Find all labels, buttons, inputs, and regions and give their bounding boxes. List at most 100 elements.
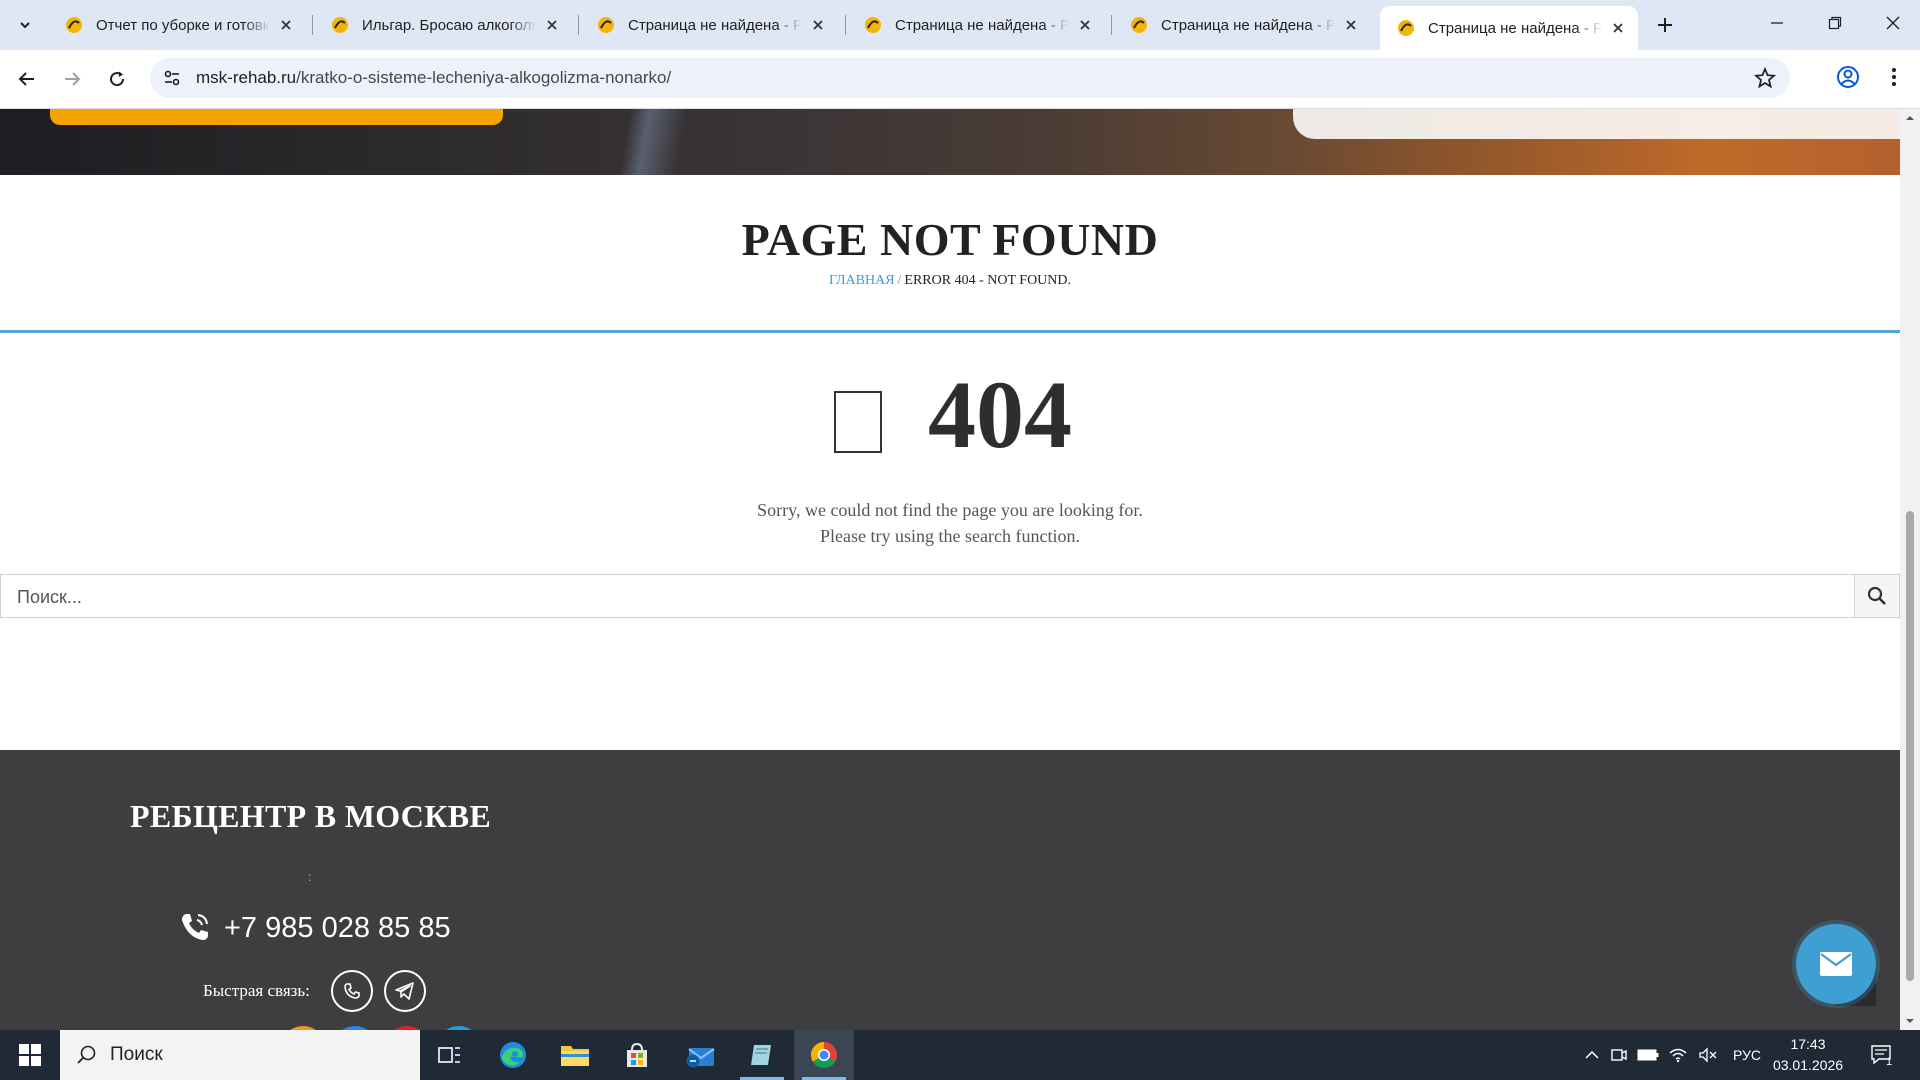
clock-date: 03.01.2026 xyxy=(1772,1057,1844,1073)
tab-3[interactable]: Страница не найдена - Ре xyxy=(580,6,838,44)
site-favicon-icon xyxy=(598,17,614,33)
task-view-icon[interactable] xyxy=(420,1030,480,1080)
page-viewport: PAGE NOT FOUND ГЛАВНАЯ / ERROR 404 - NOT F… xyxy=(0,109,1900,1030)
search-button[interactable] xyxy=(1854,575,1899,617)
browser-menu-icon[interactable] xyxy=(1880,63,1908,91)
profile-avatar-icon[interactable] xyxy=(1834,63,1862,91)
mail-app-icon[interactable] xyxy=(670,1030,730,1080)
header-divider xyxy=(0,330,1900,333)
chrome-icon[interactable] xyxy=(794,1030,854,1080)
error-message-line-1: Sorry, we could not find the page you ar… xyxy=(757,500,1143,520)
breadcrumb-home-link[interactable]: ГЛАВНАЯ xyxy=(829,273,895,288)
tab-title: Отчет по уборке и готовк xyxy=(96,16,270,34)
tab-separator xyxy=(1111,15,1112,35)
tab-strip: Отчет по уборке и готовк Ильгар. Бросаю … xyxy=(0,0,1920,50)
scroll-up-arrow-icon[interactable] xyxy=(1905,113,1915,123)
notification-count: 1 xyxy=(1886,1056,1893,1068)
tab-search-dropdown-icon[interactable] xyxy=(12,12,38,38)
notifications-icon[interactable]: 1 xyxy=(1862,1030,1902,1080)
tab-title: Страница не найдена - Ре xyxy=(895,16,1069,34)
site-favicon-icon xyxy=(865,17,881,33)
microsoft-store-icon[interactable] xyxy=(607,1030,667,1080)
back-arrow-icon[interactable] xyxy=(12,64,42,94)
phone-icon xyxy=(182,914,208,940)
tab-close-icon[interactable] xyxy=(1341,15,1361,35)
minimize-icon[interactable] xyxy=(1748,0,1806,46)
tab-close-icon[interactable] xyxy=(542,15,562,35)
page-title: PAGE NOT FOUND xyxy=(741,214,1159,265)
site-settings-icon[interactable] xyxy=(162,68,182,88)
tab-title: Страница не найдена - Ре xyxy=(1161,16,1335,34)
tab-separator xyxy=(578,15,579,35)
breadcrumb: ГЛАВНАЯ / ERROR 404 - NOT FOUND. xyxy=(0,273,1900,289)
tab-title: Страница не найдена - Ре xyxy=(1428,19,1602,37)
url-path: /kratko-o-sisteme-lecheniya-alkogolizma-… xyxy=(296,68,672,87)
tab-4[interactable]: Страница не найдена - Ре xyxy=(847,6,1105,44)
windows-taskbar: Поиск РУС 17:43 03.01.2026 1 xyxy=(0,1030,1920,1080)
file-explorer-icon[interactable] xyxy=(545,1030,605,1080)
taskbar-search-box[interactable]: Поиск xyxy=(60,1030,420,1080)
tab-separator xyxy=(312,15,313,35)
site-favicon-icon xyxy=(1398,20,1414,36)
edge-browser-icon[interactable] xyxy=(483,1030,543,1080)
hero-form-panel xyxy=(1293,109,1900,139)
search-form xyxy=(0,574,1900,619)
browser-toolbar: msk-rehab.ru/kratko-o-sisteme-lecheniya-… xyxy=(0,50,1920,109)
mail-icon xyxy=(1820,952,1852,976)
reload-icon[interactable] xyxy=(102,64,132,94)
search-input[interactable] xyxy=(15,575,1819,619)
site-favicon-icon xyxy=(1131,17,1147,33)
tab-1[interactable]: Отчет по уборке и готовк xyxy=(48,6,306,44)
site-footer: РЕБЦЕНТР В МОСКВЕ : +7 985 028 85 85 Быс… xyxy=(0,750,1900,1030)
url-text[interactable]: msk-rehab.ru/kratko-o-sisteme-lecheniya-… xyxy=(196,68,671,88)
footer-phone[interactable]: +7 985 028 85 85 xyxy=(224,912,451,945)
footer-colon: : xyxy=(308,870,312,884)
volume-muted-icon[interactable] xyxy=(1694,1030,1722,1080)
close-window-icon[interactable] xyxy=(1864,0,1920,46)
url-host: msk-rehab.ru xyxy=(196,68,297,87)
wifi-icon[interactable] xyxy=(1664,1030,1692,1080)
bookmark-star-icon[interactable] xyxy=(1754,67,1776,89)
search-icon xyxy=(1867,586,1886,605)
tab-close-icon[interactable] xyxy=(1075,15,1095,35)
meet-now-icon[interactable] xyxy=(1606,1030,1632,1080)
new-tab-plus-icon[interactable] xyxy=(1652,12,1678,38)
address-bar[interactable]: msk-rehab.ru/kratko-o-sisteme-lecheniya-… xyxy=(150,58,1790,98)
site-favicon-icon xyxy=(332,17,348,33)
hero-cta-button[interactable] xyxy=(50,109,503,125)
forward-arrow-icon[interactable] xyxy=(57,64,87,94)
show-hidden-icons-chevron-icon[interactable] xyxy=(1578,1030,1606,1080)
tab-close-icon[interactable] xyxy=(276,15,296,35)
input-language[interactable]: РУС xyxy=(1726,1030,1768,1080)
clock-time: 17:43 xyxy=(1790,1036,1826,1052)
tab-close-icon[interactable] xyxy=(808,15,828,35)
error-message-line-2: Please try using the search function. xyxy=(820,526,1080,546)
tab-title: Ильгар. Бросаю алкоголь xyxy=(362,16,536,34)
windows-start-icon[interactable] xyxy=(0,1030,60,1080)
footer-title: РЕБЦЕНТР В МОСКВЕ xyxy=(130,798,491,834)
scroll-down-arrow-icon[interactable] xyxy=(1905,1016,1915,1026)
notes-app-icon[interactable] xyxy=(732,1030,792,1080)
telegram-icon[interactable] xyxy=(384,970,426,1012)
quick-contact-label: Быстрая связь: xyxy=(203,981,310,1000)
mail-contact-button[interactable] xyxy=(1796,924,1876,1004)
system-clock[interactable]: 17:43 03.01.2026 xyxy=(1772,1034,1844,1076)
scrollbar-thumb[interactable] xyxy=(1906,511,1914,981)
breadcrumb-separator: / xyxy=(897,273,902,288)
tab-6-active[interactable]: Страница не найдена - Ре xyxy=(1380,6,1638,50)
tab-close-icon[interactable] xyxy=(1608,18,1628,38)
tab-5[interactable]: Страница не найдена - Ре xyxy=(1113,6,1371,44)
error-code: 404 xyxy=(928,361,1072,468)
tab-title: Страница не найдена - Ре xyxy=(628,16,802,34)
tab-separator xyxy=(845,15,846,35)
restore-icon[interactable] xyxy=(1806,0,1864,46)
site-favicon-icon xyxy=(66,17,82,33)
error-message: Sorry, we could not find the page you ar… xyxy=(0,497,1900,549)
breadcrumb-current: ERROR 404 - NOT FOUND. xyxy=(904,273,1072,288)
tab-2[interactable]: Ильгар. Бросаю алкоголь xyxy=(314,6,572,44)
missing-glyph-icon xyxy=(834,391,882,453)
taskbar-search-label: Поиск xyxy=(110,1044,163,1065)
battery-icon[interactable] xyxy=(1634,1030,1662,1080)
whatsapp-icon[interactable] xyxy=(331,970,373,1012)
page-scrollbar[interactable] xyxy=(1900,109,1920,1030)
